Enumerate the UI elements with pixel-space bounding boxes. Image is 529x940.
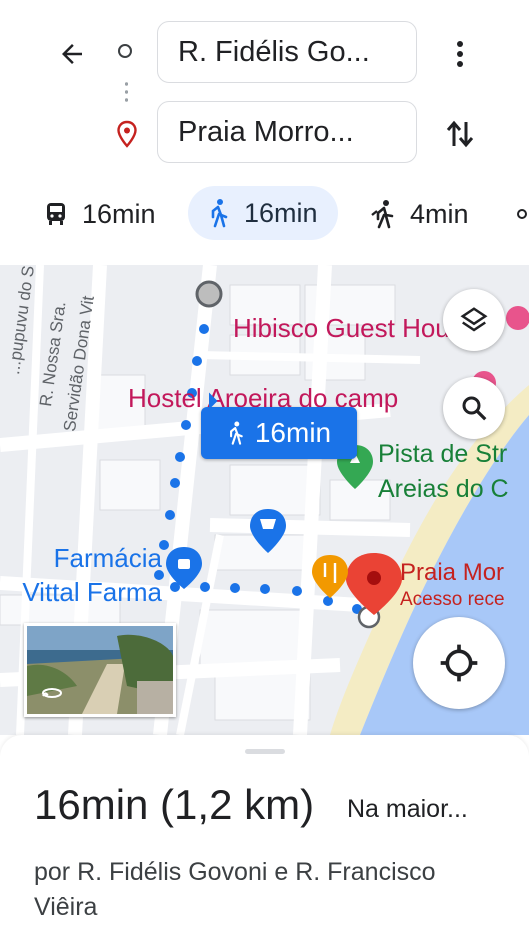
directions-header: R. Fidélis Go... Praia Morro... 16min 16… (0, 0, 529, 265)
map-view[interactable]: ...pupuvu do Sul R. Nossa Sra. Servidão … (0, 265, 529, 735)
mode-walk[interactable]: 16min (188, 186, 338, 240)
destination-pin-icon (115, 120, 139, 153)
more-options-button[interactable] (440, 34, 480, 74)
mode-more[interactable] (516, 186, 529, 242)
route-via: por R. Fidélis Govoni e R. Francisco Viê… (34, 858, 436, 921)
travel-mode-bar: 16min 16min 4min (0, 186, 529, 242)
back-button[interactable] (52, 34, 92, 74)
place-pista-line2: Areias do C (378, 475, 509, 503)
swap-button[interactable] (440, 114, 480, 154)
transit-icon (47, 203, 65, 225)
search-along-route-button[interactable] (443, 377, 505, 439)
place-farmacia-line2: Vittal Farma (22, 577, 162, 607)
destination-field[interactable]: Praia Morro... (157, 101, 417, 163)
route-duration-text: 16min (254, 417, 332, 448)
rotate-360-icon (42, 688, 62, 698)
street-view-image (27, 626, 173, 714)
place-hibisco[interactable]: Hibisco Guest House (233, 313, 477, 344)
mode-walk-time: 16min (244, 197, 318, 228)
origin-circle-icon (118, 44, 132, 58)
place-pista-line1: Pista de Str (378, 440, 508, 468)
back-arrow-icon (62, 44, 82, 64)
search-icon (462, 396, 487, 421)
drag-handle[interactable] (245, 749, 285, 754)
origin-field[interactable]: R. Fidélis Go... (157, 21, 417, 83)
place-praia[interactable]: Praia Mor Acesso rece (400, 559, 505, 613)
my-location-button[interactable] (413, 617, 505, 709)
place-praia-title: Praia Mor (400, 559, 505, 586)
more-vert-icon (457, 41, 463, 67)
place-praia-sub: Acesso rece (400, 589, 505, 610)
ride-icon (371, 200, 394, 229)
route-summary-sheet[interactable]: 16min (1,2 km) Na maior... por R. Fidéli… (0, 735, 529, 940)
route-summary: 16min (1,2 km) (34, 781, 315, 828)
walk-icon (229, 421, 243, 445)
route-duration-badge[interactable]: 16min (201, 407, 357, 459)
mode-ride-time: 4min (410, 198, 469, 229)
mode-ride[interactable]: 4min (370, 186, 469, 242)
route-note: Na maior... (347, 795, 468, 823)
place-farmacia[interactable]: Farmácia Vittal Farma (0, 541, 162, 609)
layers-button[interactable] (443, 289, 505, 351)
mode-transit-time: 16min (82, 198, 156, 229)
cycle-icon (517, 209, 527, 219)
swap-vert-icon (446, 120, 474, 148)
place-pista[interactable]: Pista de Str Areias do C (378, 437, 509, 507)
walk-icon (211, 199, 228, 228)
street-view-thumbnail[interactable] (24, 623, 176, 717)
mode-transit[interactable]: 16min (44, 186, 156, 242)
my-location-icon (440, 644, 478, 682)
layers-icon (460, 307, 488, 332)
place-farmacia-line1: Farmácia (53, 543, 162, 573)
route-connector (125, 80, 128, 106)
